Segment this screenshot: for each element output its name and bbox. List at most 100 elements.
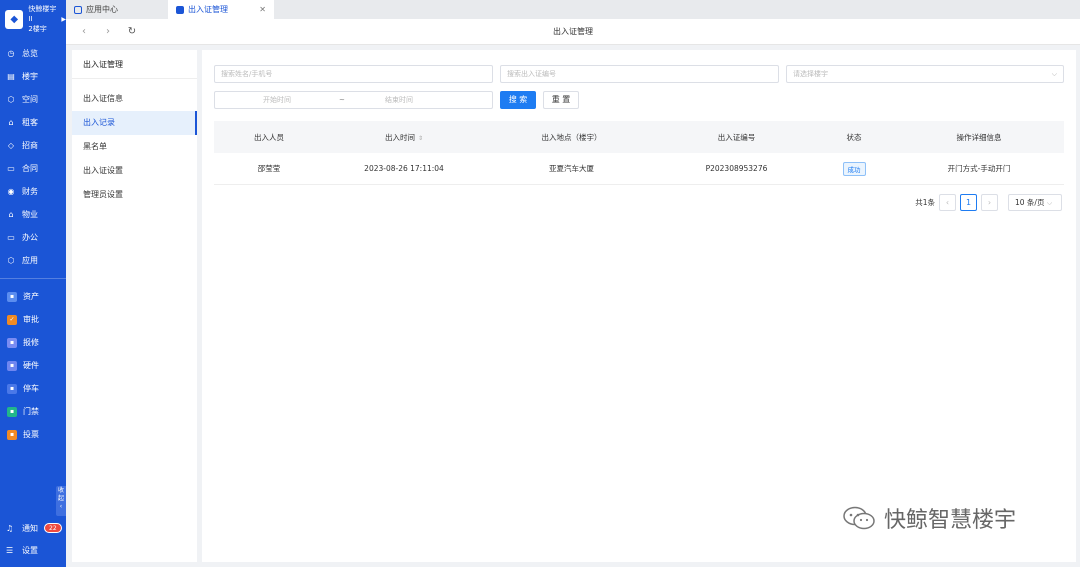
nav-item-building[interactable]: ▤ 楼宇	[0, 65, 66, 88]
nav-item-leasing[interactable]: ◇ 招商	[0, 134, 66, 157]
cell-pass-number: P202308953276	[705, 164, 768, 173]
building-select-placeholder: 请选择楼宇	[793, 70, 828, 78]
settings-label: 设置	[22, 545, 38, 555]
brand-name: 快鲸楼宇II	[28, 5, 57, 23]
tab-label: 出入证管理	[188, 5, 228, 14]
app-center-icon	[74, 5, 82, 14]
refresh-icon[interactable]: ↻	[120, 26, 144, 37]
pass-number-search-input[interactable]: 搜索出入证编号	[500, 65, 779, 83]
cell-person: 邵莹莹	[257, 164, 281, 173]
brand-switcher[interactable]: ◆ 快鲸楼宇II 2楼宇 ▶	[0, 0, 66, 38]
main-panel: 搜索姓名/手机号 搜索出入证编号 请选择楼宇 ⌵ 开始时间 ~ 结束时间 搜 索…	[202, 50, 1076, 562]
close-icon[interactable]: ✕	[259, 5, 266, 14]
nav-label: 租客	[22, 118, 38, 127]
search-button[interactable]: 搜 索	[500, 91, 536, 109]
app-item-parking[interactable]: ▪ 停车	[0, 377, 66, 400]
notification-count-badge: 22	[44, 523, 62, 533]
submenu-item-admin-settings[interactable]: 管理员设置	[72, 183, 197, 207]
chevron-left-icon: ‹	[59, 503, 63, 510]
nav-item-contract[interactable]: ▭ 合同	[0, 157, 66, 180]
cell-status: 成功	[814, 161, 894, 176]
whale-logo-icon: ◆	[5, 9, 24, 29]
wechat-account-watermark: 快鲸智慧楼宇	[842, 502, 1016, 534]
submenu-item-access-records[interactable]: 出入记录	[72, 111, 197, 135]
nav-label: 总览	[22, 49, 38, 58]
forward-button[interactable]: ›	[96, 26, 120, 37]
cell-location: 亚夏汽车大厦	[549, 164, 594, 173]
range-separator: ~	[339, 96, 345, 104]
col-header-person: 出入人员	[254, 132, 284, 142]
nav-label: 楼宇	[22, 72, 38, 81]
vote-icon: ▪	[7, 429, 17, 440]
building-select[interactable]: 请选择楼宇 ⌵	[786, 65, 1064, 83]
menu-icon: ☰	[6, 545, 14, 555]
app-item-hardware[interactable]: ▪ 硬件	[0, 354, 66, 377]
chevron-down-icon: ⌵	[1051, 70, 1057, 78]
monitor-icon: ▭	[7, 233, 15, 242]
building-name: 2楼宇	[28, 25, 47, 33]
main-nav: ◷ 总览 ▤ 楼宇 ⬡ 空间 ⌂ 租客 ◇ 招商 ▭ 合同 ◉ 财务 ⌂ 物业 ▭ 办公 ⬡ 应用	[0, 42, 66, 272]
prev-page-button[interactable]: ‹	[939, 194, 956, 211]
table-header: 出入人员 出入时间 ⇕ 出入地点（楼宇） 出入证编号 状态 操作详细信息	[214, 121, 1064, 153]
start-time-input[interactable]: 开始时间	[263, 92, 291, 108]
col-header-pass-number: 出入证编号	[717, 132, 756, 142]
notifications-button[interactable]: ♫ 通知 22	[0, 517, 66, 539]
wechat-icon	[843, 506, 875, 530]
tab-app-center[interactable]: 应用中心	[66, 0, 168, 19]
nav-label: 应用	[22, 256, 38, 265]
clock-icon: ◷	[7, 49, 15, 58]
app-label: 投票	[23, 430, 39, 439]
back-button[interactable]: ‹	[72, 26, 96, 37]
sort-icon[interactable]: ⇕	[418, 135, 423, 142]
nav-label: 空间	[22, 95, 38, 104]
name-phone-search-input[interactable]: 搜索姓名/手机号	[214, 65, 493, 83]
nav-item-tenant[interactable]: ⌂ 租客	[0, 111, 66, 134]
secondary-menu: 出入证管理 出入证信息 出入记录 黑名单 出入证设置 管理员设置	[72, 50, 197, 562]
bell-icon: ♫	[6, 523, 14, 533]
watermark-text: 快鲸智慧楼宇	[884, 508, 1017, 533]
end-time-input[interactable]: 结束时间	[385, 92, 413, 108]
app-label: 报修	[23, 338, 39, 347]
pagination: 共1条 ‹ 1 › 10 条/页 ⌵	[915, 194, 1062, 211]
col-header-status: 状态	[846, 132, 862, 142]
submenu-item-blacklist[interactable]: 黑名单	[72, 135, 197, 159]
cell-details: 开门方式-手动开门	[947, 164, 1011, 173]
nav-item-office[interactable]: ▭ 办公	[0, 226, 66, 249]
app-label: 资产	[23, 292, 39, 301]
col-header-time[interactable]: 出入时间 ⇕	[324, 132, 484, 143]
app-item-vote[interactable]: ▪ 投票	[0, 423, 66, 446]
page-number-button[interactable]: 1	[960, 194, 977, 211]
toolbar: ‹ › ↻ 出入证管理	[66, 19, 1080, 45]
submenu-title: 出入证管理	[72, 50, 197, 79]
nav-item-space[interactable]: ⬡ 空间	[0, 88, 66, 111]
nav-label: 办公	[22, 233, 38, 242]
app-item-assets[interactable]: ▪ 资产	[0, 285, 66, 308]
submenu-item-pass-settings[interactable]: 出入证设置	[72, 159, 197, 183]
submenu-item-pass-info[interactable]: 出入证信息	[72, 87, 197, 111]
nav-label: 物业	[22, 210, 38, 219]
next-page-button[interactable]: ›	[981, 194, 998, 211]
cell-time: 2023-08-26 17:11:04	[364, 164, 444, 173]
tab-pass-management[interactable]: 出入证管理 ✕	[168, 0, 274, 19]
nav-item-overview[interactable]: ◷ 总览	[0, 42, 66, 65]
tab-label: 应用中心	[86, 5, 118, 14]
reset-button[interactable]: 重 置	[543, 91, 579, 109]
collapse-sidebar-button[interactable]: 收起 ‹	[56, 486, 66, 516]
handshake-icon: ◇	[7, 141, 15, 150]
tab-bar: 应用中心 出入证管理 ✕	[66, 0, 1080, 19]
app-label: 门禁	[23, 407, 39, 416]
nav-item-finance[interactable]: ◉ 财务	[0, 180, 66, 203]
settings-button[interactable]: ☰ 设置	[0, 539, 66, 561]
date-range-picker[interactable]: 开始时间 ~ 结束时间	[214, 91, 493, 109]
app-item-access[interactable]: ▪ 门禁	[0, 400, 66, 423]
approval-icon: ✓	[7, 314, 17, 325]
nav-item-apps[interactable]: ⬡ 应用	[0, 249, 66, 272]
sidebar-bottom: ♫ 通知 22 ☰ 设置	[0, 517, 66, 561]
page-size-select[interactable]: 10 条/页 ⌵	[1008, 194, 1062, 211]
col-header-location: 出入地点（楼宇）	[541, 132, 602, 142]
app-item-approval[interactable]: ✓ 审批	[0, 308, 66, 331]
pass-management-icon	[176, 5, 184, 14]
nav-item-property[interactable]: ⌂ 物业	[0, 203, 66, 226]
app-label: 停车	[23, 384, 39, 393]
app-item-repair[interactable]: ▪ 报修	[0, 331, 66, 354]
